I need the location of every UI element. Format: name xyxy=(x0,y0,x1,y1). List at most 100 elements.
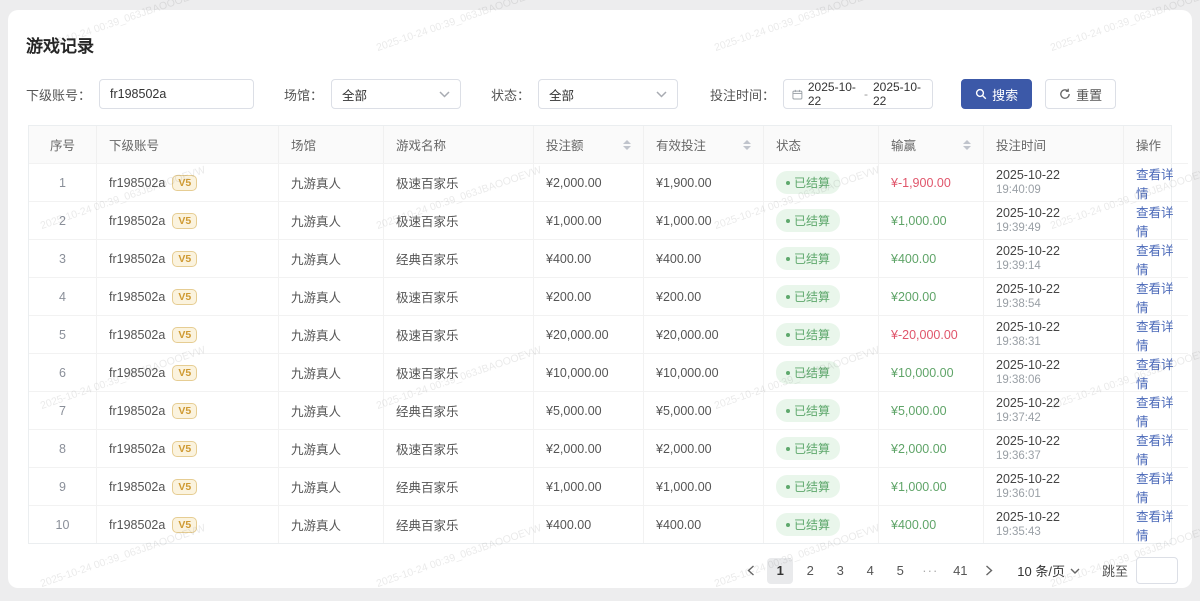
date-separator: - xyxy=(864,87,868,101)
status-dot-icon xyxy=(786,257,790,261)
col-index: 序号 xyxy=(29,126,97,163)
col-winloss: 输赢 xyxy=(879,126,984,163)
table-row: 10 fr198502aV5 九游真人 经典百家乐 ¥400.00 ¥400.0… xyxy=(29,505,1171,543)
row-winloss: ¥10,000.00 xyxy=(879,353,984,391)
status-dot-icon xyxy=(786,447,790,451)
row-bet-amount: ¥2,000.00 xyxy=(534,163,644,201)
row-bet-time: 2025-10-2219:38:31 xyxy=(984,315,1124,353)
chevron-down-icon xyxy=(1070,568,1080,574)
row-bet-time: 2025-10-2219:35:43 xyxy=(984,505,1124,543)
reset-button[interactable]: 重置 xyxy=(1045,79,1116,109)
row-action: 查看详情 xyxy=(1124,239,1188,277)
date-end: 2025-10-22 xyxy=(873,80,924,108)
view-details-link[interactable]: 查看详情 xyxy=(1136,240,1176,278)
row-winloss: ¥400.00 xyxy=(879,239,984,277)
row-status: 已结算 xyxy=(764,467,879,505)
vip-level-badge: V5 xyxy=(172,403,197,419)
view-details-link[interactable]: 查看详情 xyxy=(1136,316,1176,354)
next-page-icon[interactable] xyxy=(977,558,1001,584)
col-game: 游戏名称 xyxy=(384,126,534,163)
row-valid-bet: ¥20,000.00 xyxy=(644,315,764,353)
status-select[interactable]: 全部 xyxy=(538,79,678,109)
vip-level-badge: V5 xyxy=(172,365,197,381)
view-details-link[interactable]: 查看详情 xyxy=(1136,164,1176,202)
date-range-picker[interactable]: 2025-10-22 - 2025-10-22 xyxy=(783,79,933,109)
page-button[interactable]: 1 xyxy=(767,558,793,584)
row-status: 已结算 xyxy=(764,277,879,315)
jump-to-input[interactable] xyxy=(1136,557,1178,584)
table-row: 6 fr198502aV5 九游真人 极速百家乐 ¥10,000.00 ¥10,… xyxy=(29,353,1171,391)
row-bet-amount: ¥2,000.00 xyxy=(534,429,644,467)
row-bet-amount: ¥5,000.00 xyxy=(534,391,644,429)
page-button[interactable]: 5 xyxy=(887,558,913,584)
table-header-row: 序号 下级账号 场馆 游戏名称 投注额 有效投注 状态 输赢 投注时间 xyxy=(29,126,1171,163)
chevron-down-icon xyxy=(439,91,450,98)
row-game: 极速百家乐 xyxy=(384,353,534,391)
sort-icon[interactable] xyxy=(963,140,971,150)
row-bet-amount: ¥400.00 xyxy=(534,505,644,543)
status-dot-icon xyxy=(786,371,790,375)
status-dot-icon xyxy=(786,181,790,185)
account-input[interactable] xyxy=(99,79,254,109)
row-venue: 九游真人 xyxy=(279,201,384,239)
row-valid-bet: ¥400.00 xyxy=(644,239,764,277)
pagination-bar: 12345···41 10 条/页 跳至 xyxy=(20,557,1180,584)
page-button[interactable]: 2 xyxy=(797,558,823,584)
sort-icon[interactable] xyxy=(623,140,631,150)
row-action: 查看详情 xyxy=(1124,391,1188,429)
row-game: 极速百家乐 xyxy=(384,315,534,353)
row-bet-amount: ¥400.00 xyxy=(534,239,644,277)
row-bet-time: 2025-10-2219:36:01 xyxy=(984,467,1124,505)
view-details-link[interactable]: 查看详情 xyxy=(1136,430,1176,468)
page-button[interactable]: 3 xyxy=(827,558,853,584)
row-venue: 九游真人 xyxy=(279,429,384,467)
page-button[interactable]: 41 xyxy=(947,558,973,584)
reset-icon xyxy=(1059,88,1071,100)
row-index: 4 xyxy=(29,277,97,315)
row-venue: 九游真人 xyxy=(279,467,384,505)
row-status: 已结算 xyxy=(764,353,879,391)
table-row: 9 fr198502aV5 九游真人 经典百家乐 ¥1,000.00 ¥1,00… xyxy=(29,467,1171,505)
venue-selected-value: 全部 xyxy=(342,85,367,104)
sort-icon[interactable] xyxy=(743,140,751,150)
status-dot-icon xyxy=(786,485,790,489)
view-details-link[interactable]: 查看详情 xyxy=(1136,468,1176,506)
row-valid-bet: ¥1,900.00 xyxy=(644,163,764,201)
row-valid-bet: ¥5,000.00 xyxy=(644,391,764,429)
row-action: 查看详情 xyxy=(1124,467,1188,505)
vip-level-badge: V5 xyxy=(172,289,197,305)
row-index: 10 xyxy=(29,505,97,543)
venue-select[interactable]: 全部 xyxy=(331,79,461,109)
row-action: 查看详情 xyxy=(1124,429,1188,467)
venue-filter: 场馆： 全部 xyxy=(284,79,461,109)
col-account: 下级账号 xyxy=(97,126,279,163)
view-details-link[interactable]: 查看详情 xyxy=(1136,354,1176,392)
page-ellipsis: ··· xyxy=(917,558,943,584)
page-buttons: 12345···41 xyxy=(767,558,973,584)
row-account: fr198502aV5 xyxy=(97,315,279,353)
row-venue: 九游真人 xyxy=(279,277,384,315)
vip-level-badge: V5 xyxy=(172,517,197,533)
status-dot-icon xyxy=(786,523,790,527)
view-details-link[interactable]: 查看详情 xyxy=(1136,278,1176,316)
col-bet-time: 投注时间 xyxy=(984,126,1124,163)
prev-page-icon[interactable] xyxy=(739,558,763,584)
vip-level-badge: V5 xyxy=(172,213,197,229)
page-size-select[interactable]: 10 条/页 xyxy=(1017,561,1080,580)
view-details-link[interactable]: 查看详情 xyxy=(1136,202,1176,240)
page-background: 游戏记录 下级账号： 场馆： 全部 状态： 全部 xyxy=(0,0,1200,601)
search-icon xyxy=(975,88,987,100)
page-button[interactable]: 4 xyxy=(857,558,883,584)
view-details-link[interactable]: 查看详情 xyxy=(1136,392,1176,430)
row-account: fr198502aV5 xyxy=(97,201,279,239)
jump-to-group: 跳至 xyxy=(1102,557,1178,584)
row-bet-amount: ¥10,000.00 xyxy=(534,353,644,391)
calendar-icon xyxy=(792,88,803,101)
view-details-link[interactable]: 查看详情 xyxy=(1136,506,1176,544)
row-action: 查看详情 xyxy=(1124,315,1188,353)
row-winloss: ¥2,000.00 xyxy=(879,429,984,467)
col-bet-amount: 投注额 xyxy=(534,126,644,163)
search-button[interactable]: 搜索 xyxy=(961,79,1032,109)
row-winloss: ¥-20,000.00 xyxy=(879,315,984,353)
filter-bar: 下级账号： 场馆： 全部 状态： 全部 投注时间： xyxy=(20,79,1180,109)
